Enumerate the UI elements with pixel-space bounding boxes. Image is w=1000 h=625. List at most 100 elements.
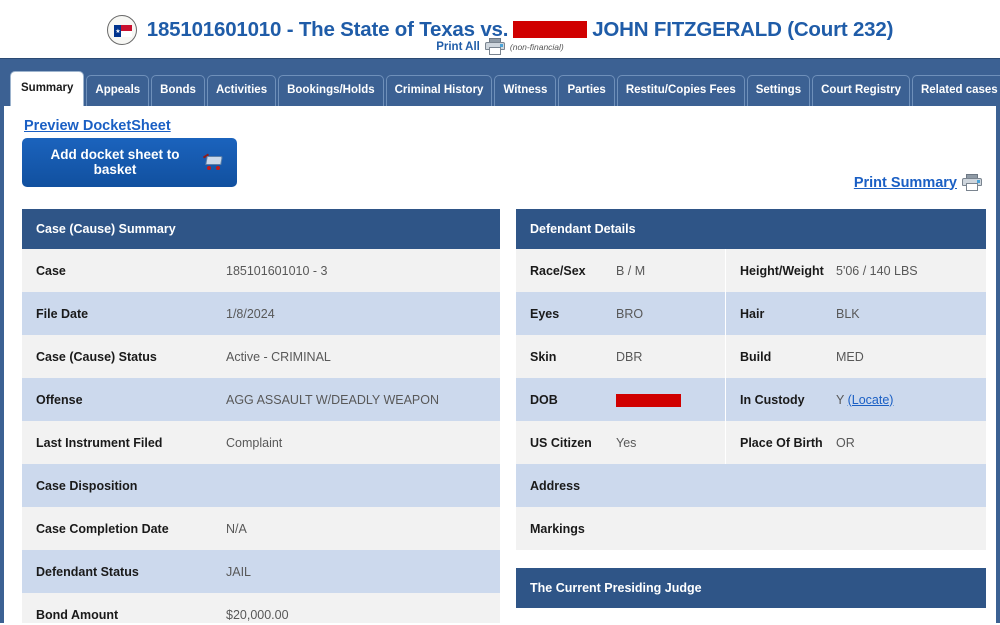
redacted-name-block bbox=[513, 21, 588, 38]
tab-related-cases[interactable]: Related cases bbox=[911, 75, 1000, 106]
case-summary-panel: Case (Cause) Summary Case 185101601010 - … bbox=[22, 209, 500, 623]
tab-bookings-holds[interactable]: Bookings/Holds bbox=[278, 75, 384, 106]
row-label: Hair bbox=[740, 306, 765, 321]
row-value: AGG ASSAULT W/DEADLY WEAPON bbox=[226, 392, 440, 407]
left-column: Case (Cause) Summary Case 185101601010 - … bbox=[22, 209, 500, 623]
row-value: 1/8/2024 bbox=[226, 306, 275, 321]
row-value: B / M bbox=[616, 263, 646, 278]
row-value: DBR bbox=[616, 349, 643, 364]
tab-witness[interactable]: Witness bbox=[494, 75, 557, 106]
table-row: Defendant Status JAIL bbox=[22, 550, 500, 593]
tab-label: Court Registry bbox=[821, 84, 901, 96]
row-value: N/A bbox=[226, 521, 247, 536]
row-value bbox=[616, 392, 725, 407]
table-row: DOB In Custody Y (Locate) bbox=[516, 378, 986, 421]
print-all-link[interactable]: Print All bbox=[436, 41, 480, 53]
table-row: Markings bbox=[516, 507, 986, 550]
table-row: File Date 1/8/2024 bbox=[22, 292, 500, 335]
row-value: Complaint bbox=[226, 435, 283, 450]
tab-appeals[interactable]: Appeals bbox=[86, 75, 150, 106]
row-value: OR bbox=[836, 435, 855, 450]
row-pair-right: Height/Weight 5'06 / 140 LBS bbox=[726, 249, 986, 292]
non-financial-note: (non-financial) bbox=[509, 41, 564, 52]
row-label: In Custody bbox=[740, 392, 805, 407]
printer-icon[interactable] bbox=[484, 38, 505, 55]
row-pair-right: In Custody Y (Locate) bbox=[726, 378, 986, 421]
add-basket-label: Add docket sheet to basket bbox=[50, 147, 180, 177]
right-column: Defendant Details Race/Sex B / M Height/We… bbox=[516, 209, 986, 623]
defendant-details-rows: Race/Sex B / M Height/Weight 5'06 / 140 LBS… bbox=[516, 249, 986, 550]
row-label: File Date bbox=[36, 306, 89, 321]
table-row: Race/Sex B / M Height/Weight 5'06 / 140 LBS bbox=[516, 249, 986, 292]
tab-label: Witness bbox=[503, 84, 548, 96]
row-pair-right: Place Of Birth OR bbox=[726, 421, 986, 464]
row-label: Skin bbox=[530, 349, 557, 364]
row-label: Place Of Birth bbox=[740, 435, 823, 450]
row-pair-left: Skin DBR bbox=[516, 335, 726, 378]
preview-docketsheet-link[interactable]: Preview DocketSheet bbox=[24, 118, 171, 134]
case-summary-rows: Case 185101601010 - 3 File Date 1/8/2024 Cas… bbox=[22, 249, 500, 623]
tab-settings[interactable]: Settings bbox=[746, 75, 811, 106]
row-label: Case (Cause) Status bbox=[36, 349, 157, 364]
tab-parties[interactable]: Parties bbox=[558, 75, 615, 106]
tab-activities[interactable]: Activities bbox=[206, 75, 277, 106]
tab-label: Activities bbox=[215, 84, 268, 96]
add-docket-sheet-to-basket-button[interactable]: Add docket sheet to basket bbox=[22, 138, 237, 187]
table-row: Skin DBR Build MED bbox=[516, 335, 986, 378]
row-label: Race/Sex bbox=[530, 263, 586, 278]
row-label: Eyes bbox=[530, 306, 560, 321]
row-pair-left: Race/Sex B / M bbox=[516, 249, 726, 292]
row-value: JAIL bbox=[226, 564, 252, 579]
shopping-cart-icon bbox=[202, 153, 225, 170]
row-pair-right: Hair BLK bbox=[726, 292, 986, 335]
redacted-dob-block bbox=[616, 393, 681, 407]
tab-label: Criminal History bbox=[394, 84, 484, 96]
row-label: Case Disposition bbox=[36, 478, 138, 493]
presiding-judge-panel: The Current Presiding Judge bbox=[516, 568, 986, 608]
tab-court-registry[interactable]: Court Registry bbox=[812, 75, 910, 106]
row-value: MED bbox=[836, 349, 864, 364]
row-label: Last Instrument Filed bbox=[36, 435, 163, 450]
printer-icon[interactable] bbox=[962, 174, 982, 191]
defendant-details-title: Defendant Details bbox=[516, 209, 986, 249]
print-summary-link[interactable]: Print Summary bbox=[854, 175, 957, 191]
table-row: Offense AGG ASSAULT W/DEADLY WEAPON bbox=[22, 378, 500, 421]
row-value: BLK bbox=[836, 306, 860, 321]
row-pair-left: Eyes BRO bbox=[516, 292, 726, 335]
defendant-details-panel: Defendant Details Race/Sex B / M Height/We… bbox=[516, 209, 986, 550]
row-label: Build bbox=[740, 349, 772, 364]
table-row: Case 185101601010 - 3 bbox=[22, 249, 500, 292]
row-value-text: Y bbox=[836, 392, 848, 407]
tab-bonds[interactable]: Bonds bbox=[151, 75, 205, 106]
tab-label: Parties bbox=[567, 84, 606, 96]
row-label: Case bbox=[36, 263, 66, 278]
tab-summary[interactable]: Summary bbox=[10, 71, 85, 106]
row-value: Active - CRIMINAL bbox=[226, 349, 331, 364]
row-label: Address bbox=[530, 478, 581, 493]
row-value: Yes bbox=[616, 435, 637, 450]
row-label: DOB bbox=[530, 392, 558, 407]
locate-link[interactable]: (Locate) bbox=[848, 393, 894, 407]
row-value: Y (Locate) bbox=[836, 393, 986, 407]
row-pair-left: DOB bbox=[516, 378, 726, 421]
tab-restitu-copies-fees[interactable]: Restitu/Copies Fees bbox=[616, 75, 745, 106]
table-row: US Citizen Yes Place Of Birth OR bbox=[516, 421, 986, 464]
tab-bar: Summary Appeals Bonds Activities Bookings/Ho… bbox=[0, 58, 1000, 106]
row-value: $20,000.00 bbox=[226, 607, 289, 622]
table-row: Case Disposition bbox=[22, 464, 500, 507]
case-summary-title: Case (Cause) Summary bbox=[22, 209, 500, 249]
table-row: Bond Amount $20,000.00 bbox=[22, 593, 500, 623]
panels-columns: Case (Cause) Summary Case 185101601010 - … bbox=[22, 209, 986, 623]
row-label: Height/Weight bbox=[740, 263, 824, 278]
tab-label: Appeals bbox=[95, 84, 141, 96]
tab-label: Bookings/Holds bbox=[287, 84, 375, 96]
row-label: US Citizen bbox=[530, 435, 592, 450]
print-summary-row: Print Summary bbox=[854, 174, 982, 191]
table-row: Address bbox=[516, 464, 986, 507]
tab-label: Related cases bbox=[920, 84, 998, 96]
table-row: Eyes BRO Hair BLK bbox=[516, 292, 986, 335]
tab-label: Bonds bbox=[160, 84, 196, 96]
row-label: Bond Amount bbox=[36, 607, 119, 622]
tab-criminal-history[interactable]: Criminal History bbox=[385, 75, 493, 106]
tab-label: Summary bbox=[21, 82, 74, 94]
